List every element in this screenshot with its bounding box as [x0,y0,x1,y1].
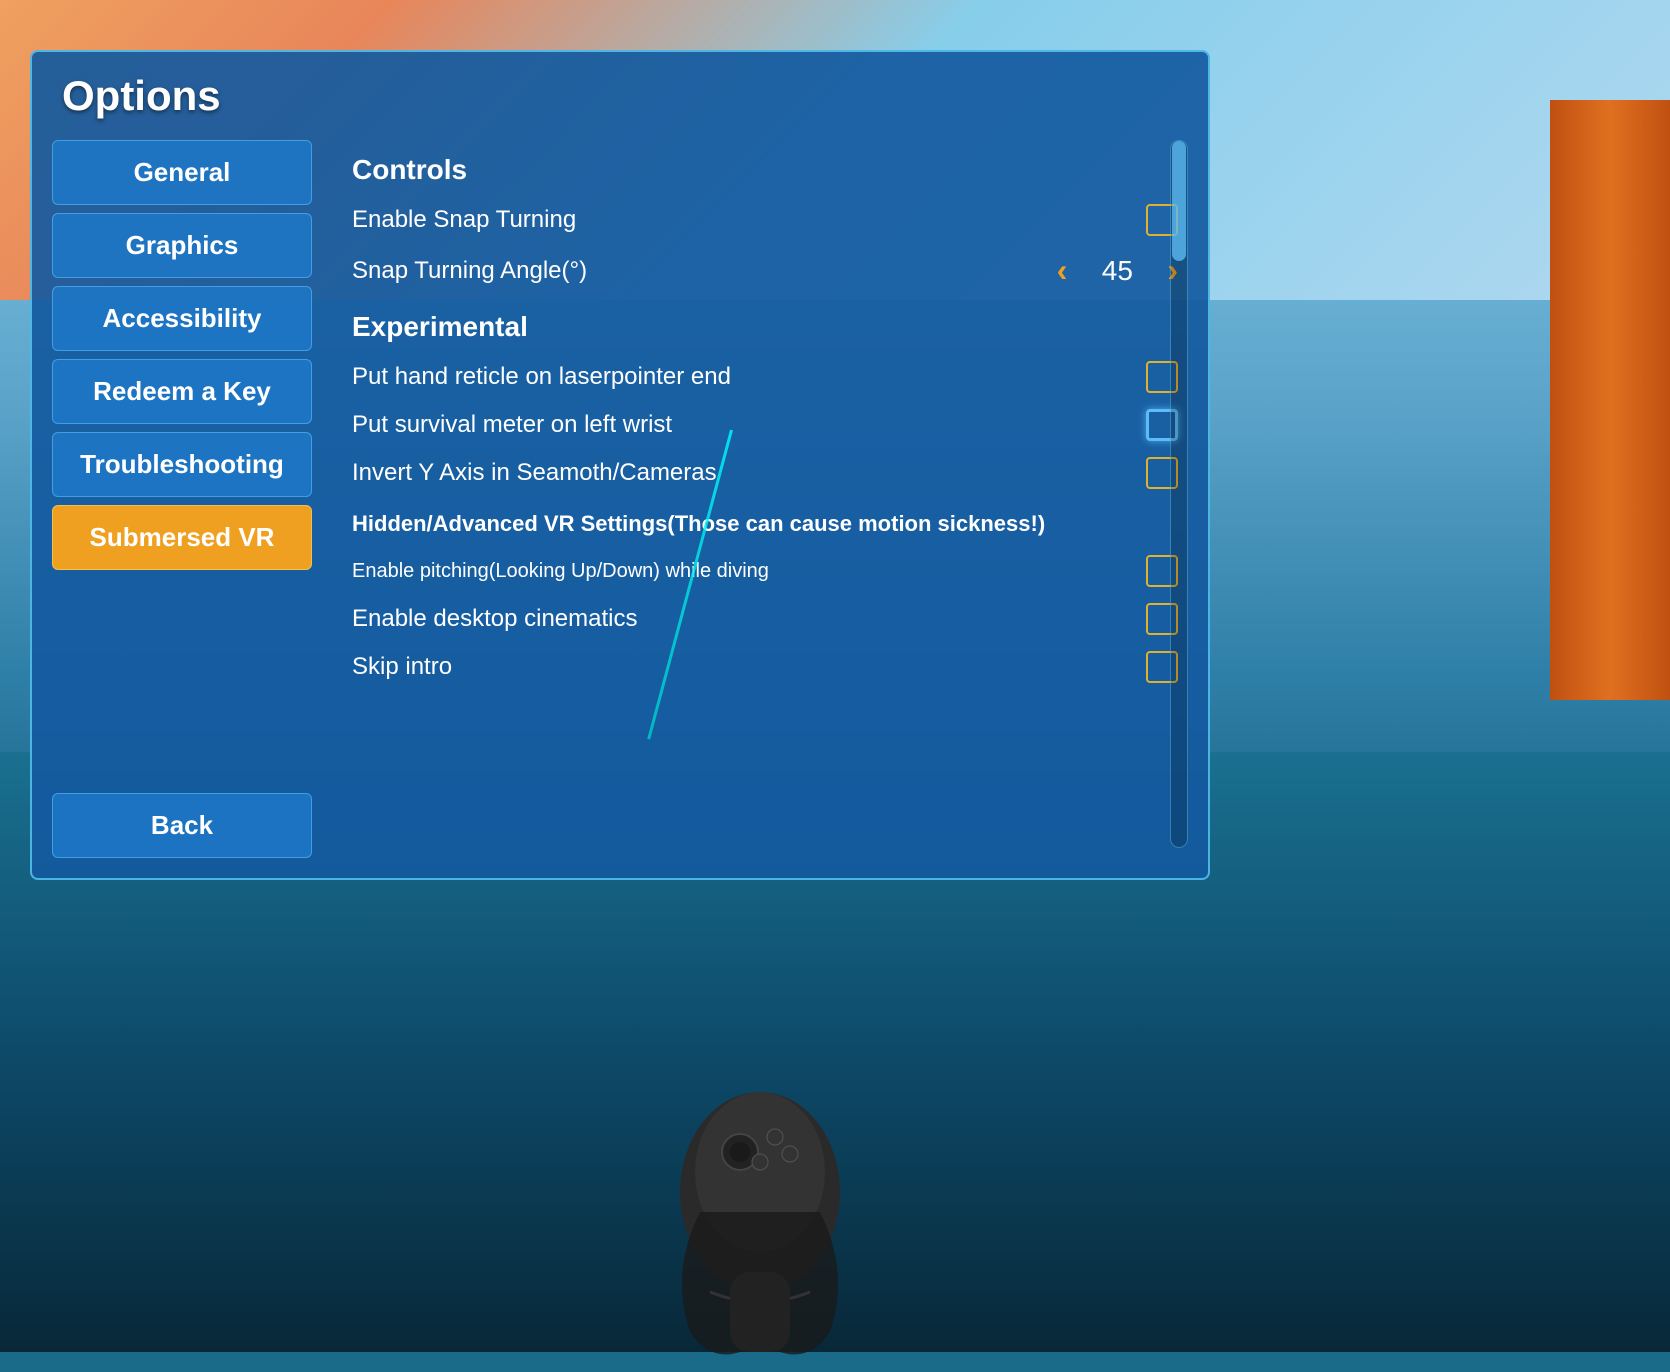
section-advanced-vr-title: Hidden/Advanced VR Settings(Those can ca… [352,511,1178,537]
sidebar-spacer [52,578,312,785]
sidebar-item-troubleshooting[interactable]: Troubleshooting [52,432,312,497]
section-experimental-title: Experimental [352,311,1178,343]
options-body: General Graphics Accessibility Redeem a … [32,130,1208,878]
option-row-snap-turning-angle: Snap Turning Angle(°) ‹ 45 › [352,244,1178,297]
angle-value: 45 [1087,255,1147,287]
option-row-skip-intro: Skip intro [352,643,1178,691]
scrollbar-thumb[interactable] [1172,141,1186,261]
options-panel: Options General Graphics Accessibility R… [30,50,1210,880]
option-label-skip-intro: Skip intro [352,653,1130,681]
option-row-invert-y: Invert Y Axis in Seamoth/Cameras [352,449,1178,497]
angle-control: ‹ 45 › [1057,252,1178,289]
section-controls-title: Controls [352,154,1178,186]
option-row-survival-meter: Put survival meter on left wrist [352,401,1178,449]
option-label-snap-turning-angle: Snap Turning Angle(°) [352,257,1041,285]
option-row-enable-snap-turning: Enable Snap Turning [352,196,1178,244]
sidebar-item-general[interactable]: General [52,140,312,205]
option-row-desktop-cinematics: Enable desktop cinematics [352,595,1178,643]
options-title: Options [32,52,1208,130]
right-structure [1550,100,1670,700]
sidebar: General Graphics Accessibility Redeem a … [52,130,312,858]
scrollbar-track[interactable] [1170,140,1188,848]
angle-left-arrow[interactable]: ‹ [1057,252,1068,289]
sidebar-item-submersed-vr[interactable]: Submersed VR [52,505,312,570]
option-row-enable-pitching: Enable pitching(Looking Up/Down) while d… [352,547,1178,595]
option-label-survival-meter: Put survival meter on left wrist [352,411,1130,439]
back-button[interactable]: Back [52,793,312,858]
option-label-enable-snap-turning: Enable Snap Turning [352,206,1130,234]
sidebar-item-graphics[interactable]: Graphics [52,213,312,278]
sidebar-item-accessibility[interactable]: Accessibility [52,286,312,351]
vr-controller [600,992,920,1372]
option-label-enable-pitching: Enable pitching(Looking Up/Down) while d… [352,560,1130,583]
option-label-desktop-cinematics: Enable desktop cinematics [352,605,1130,633]
option-label-hand-reticle: Put hand reticle on laserpointer end [352,363,1130,391]
content-area: Controls Enable Snap Turning Snap Turnin… [332,130,1188,858]
option-label-invert-y: Invert Y Axis in Seamoth/Cameras [352,459,1130,487]
option-row-hand-reticle: Put hand reticle on laserpointer end [352,353,1178,401]
sidebar-item-redeem[interactable]: Redeem a Key [52,359,312,424]
